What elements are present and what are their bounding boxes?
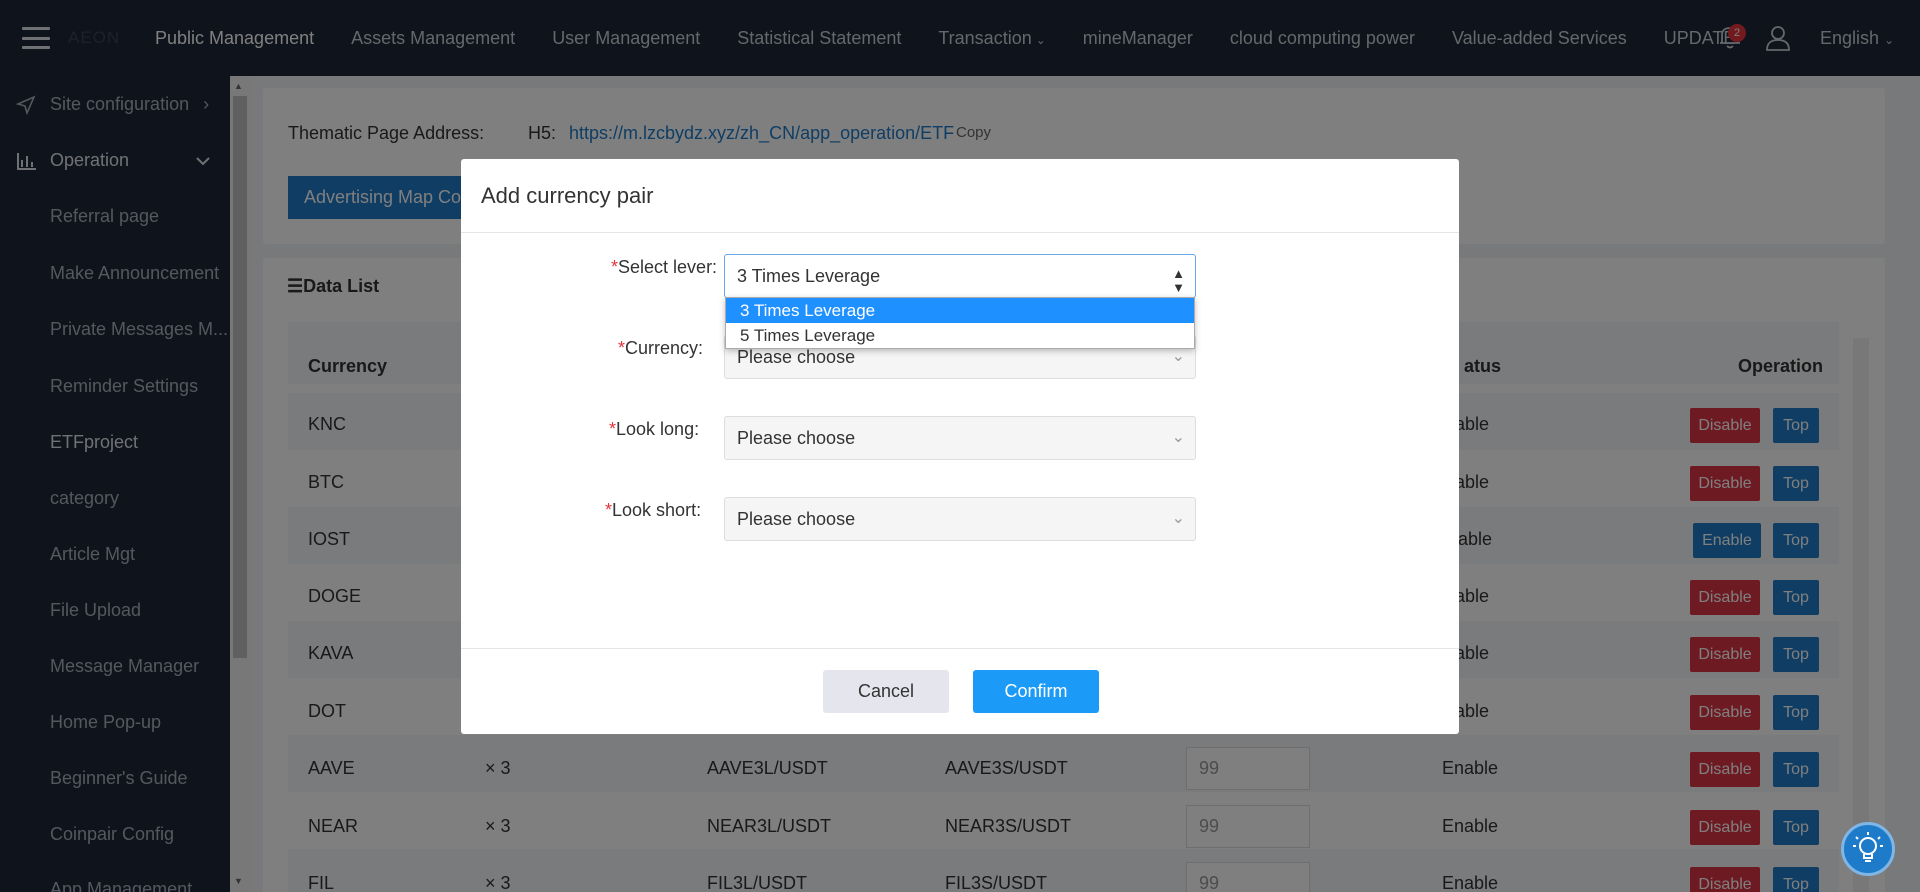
currency-label: *Currency: bbox=[618, 338, 704, 358]
help-button[interactable] bbox=[1841, 822, 1895, 876]
lever-options-list: 3 Times Leverage 5 Times Leverage bbox=[725, 297, 1195, 349]
look-long-select[interactable]: Please choose ⌄ bbox=[724, 416, 1196, 460]
look-short-label: *Look short: bbox=[605, 500, 702, 520]
confirm-button[interactable]: Confirm bbox=[973, 670, 1099, 713]
currency-placeholder: Please choose bbox=[737, 347, 856, 367]
chevron-down-icon: ⌄ bbox=[1171, 429, 1185, 446]
divider bbox=[461, 232, 1459, 233]
cancel-button[interactable]: Cancel bbox=[823, 670, 949, 713]
select-lever-value: 3 Times Leverage bbox=[737, 266, 881, 286]
look-short-select[interactable]: Please choose ⌄ bbox=[724, 497, 1196, 541]
select-lever-label: *Select lever: bbox=[611, 257, 718, 277]
divider bbox=[461, 648, 1459, 649]
select-lever-dropdown[interactable]: 3 Times Leverage ▲ ▼ bbox=[724, 254, 1196, 298]
lightbulb-icon bbox=[1853, 832, 1883, 862]
add-currency-pair-dialog: Add currency pair *Select lever: 3 Times… bbox=[461, 159, 1459, 734]
look-short-placeholder: Please choose bbox=[737, 509, 856, 529]
updown-arrow-icon: ▲ ▼ bbox=[1172, 266, 1185, 295]
lever-option-3x[interactable]: 3 Times Leverage bbox=[726, 298, 1194, 323]
chevron-down-icon: ⌄ bbox=[1171, 510, 1185, 527]
lever-option-5x[interactable]: 5 Times Leverage bbox=[726, 323, 1194, 348]
dialog-title: Add currency pair bbox=[481, 183, 654, 208]
look-long-label: *Look long: bbox=[609, 419, 700, 439]
look-long-placeholder: Please choose bbox=[737, 428, 856, 448]
